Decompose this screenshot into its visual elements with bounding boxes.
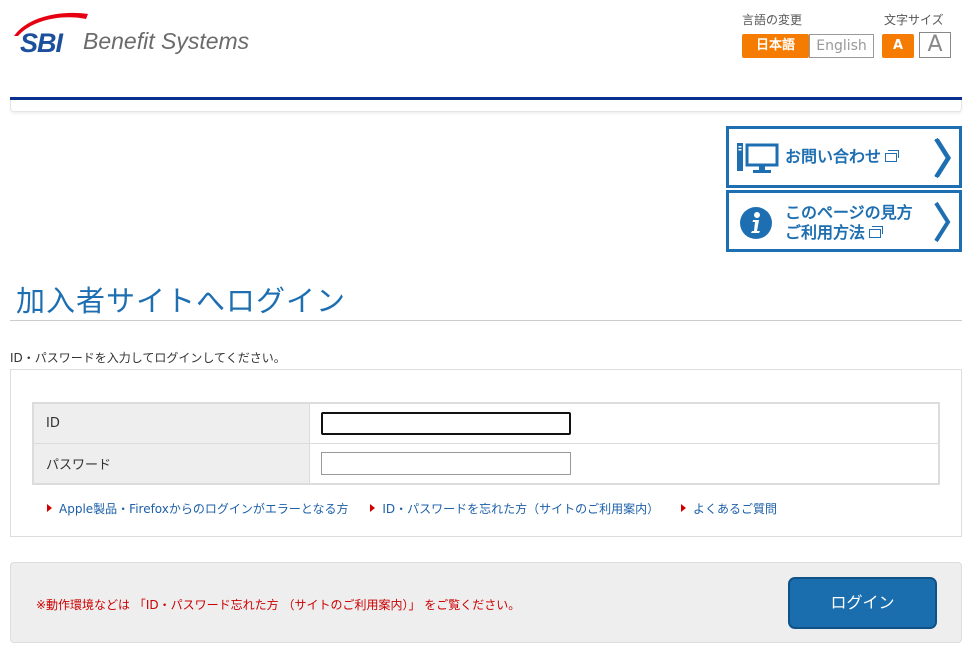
- table-row: パスワード: [32, 443, 940, 485]
- font-size-label: 文字サイズ: [884, 13, 944, 27]
- apple-firefox-error-link[interactable]: Apple製品・Firefoxからのログインがエラーとなる方: [47, 502, 349, 516]
- environment-notice: ※動作環境などは 「ID・パスワード忘れた方 （サイトのご利用案内）」 をご覧く…: [36, 598, 521, 612]
- login-form: ID パスワード Apple製品・Firefoxからのログインがエラーとなる方 …: [10, 369, 962, 537]
- language-label: 言語の変更: [742, 13, 803, 27]
- language-english-button[interactable]: English: [809, 34, 874, 58]
- faq-link[interactable]: よくあるご質問: [680, 502, 777, 516]
- font-size-small-button[interactable]: A: [882, 34, 914, 58]
- chevron-right-icon: [934, 137, 951, 179]
- language-japanese-button[interactable]: 日本語: [742, 34, 809, 58]
- triangle-bullet-icon: [680, 504, 686, 512]
- login-button[interactable]: ログイン: [788, 577, 937, 629]
- title-divider: [10, 320, 962, 321]
- id-label: ID: [32, 402, 310, 444]
- external-window-icon: [885, 150, 900, 162]
- logo-text: Benefit Systems: [83, 28, 250, 54]
- logo-mark: SBI: [20, 28, 63, 58]
- password-label: パスワード: [32, 443, 310, 485]
- table-row: ID: [32, 402, 940, 444]
- contact-banner-label: お問い合わせ: [785, 147, 900, 167]
- monitor-icon: [737, 143, 779, 173]
- font-size-large-button[interactable]: A: [919, 32, 951, 58]
- login-fields-table: ID パスワード: [32, 402, 940, 485]
- contact-banner[interactable]: お問い合わせ: [726, 126, 962, 188]
- guide-banner-label: このページの見方 ご利用方法: [785, 203, 913, 242]
- forgot-id-password-link[interactable]: ID・パスワードを忘れた方（サイトのご利用案内）: [370, 502, 659, 516]
- id-input[interactable]: [320, 412, 571, 435]
- header-subbar: [10, 100, 962, 112]
- page-title: 加入者サイトへログイン: [16, 284, 347, 318]
- info-icon: [740, 207, 772, 239]
- triangle-bullet-icon: [47, 504, 52, 512]
- login-action-panel: ※動作環境などは 「ID・パスワード忘れた方 （サイトのご利用案内）」 をご覧く…: [10, 562, 962, 643]
- password-input[interactable]: [320, 452, 571, 475]
- logo[interactable]: SBI Benefit Systems: [10, 8, 280, 60]
- guide-banner[interactable]: このページの見方 ご利用方法: [726, 190, 962, 252]
- triangle-bullet-icon: [370, 504, 376, 512]
- help-links: Apple製品・Firefoxからのログインがエラーとなる方 ID・パスワードを…: [47, 500, 795, 517]
- chevron-right-icon: [934, 201, 951, 243]
- login-instruction: ID・パスワードを入力してログインしてください。: [10, 351, 286, 365]
- external-window-icon: [869, 226, 884, 238]
